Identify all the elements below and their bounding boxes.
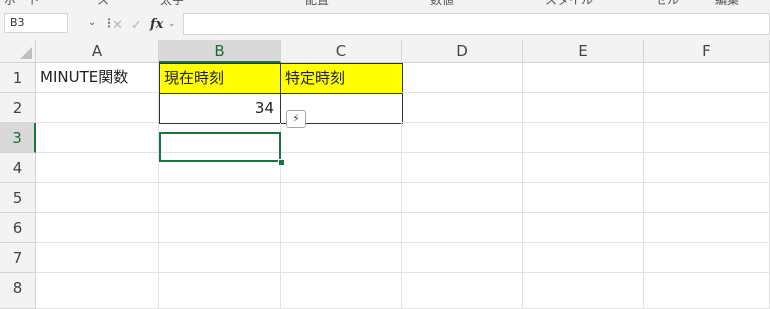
ribbon-label-font-2: 太宇 (160, 0, 185, 7)
cancel-icon[interactable]: ✕ (112, 18, 123, 33)
row-header-3[interactable]: 3 (0, 123, 36, 153)
cell-b5[interactable] (159, 183, 281, 213)
cell-f2[interactable] (644, 93, 770, 123)
chevron-down-icon[interactable]: ⌄ (88, 17, 96, 28)
chevron-down-icon[interactable]: ⌄ (168, 19, 176, 29)
fill-handle[interactable] (278, 159, 285, 166)
quick-analysis-icon[interactable]: ⚡ (286, 110, 306, 128)
row-header-4[interactable]: 4 (0, 153, 36, 183)
column-header-a[interactable]: A (36, 40, 159, 63)
cell-c5[interactable] (281, 183, 402, 213)
cell-c8[interactable] (281, 273, 402, 309)
cell-f7[interactable] (644, 243, 770, 273)
row-header-8[interactable]: 8 (0, 273, 36, 309)
cell-f1[interactable] (644, 63, 770, 93)
row-header-2[interactable]: 2 (0, 93, 36, 123)
cell-a8[interactable] (36, 273, 159, 309)
column-header-d[interactable]: D (402, 40, 523, 63)
cell-e6[interactable] (523, 213, 644, 243)
cell-b1-text: 現在時刻 (164, 69, 225, 87)
cell-c1-text: 特定時刻 (285, 69, 346, 87)
column-header-f[interactable]: F (644, 40, 770, 63)
cell-e7[interactable] (523, 243, 644, 273)
cell-f6[interactable] (644, 213, 770, 243)
row-header-1[interactable]: 1 (0, 63, 36, 93)
insert-function-icon[interactable]: fx (150, 17, 163, 32)
cell-e2[interactable] (523, 93, 644, 123)
name-box[interactable]: B3 (4, 13, 68, 33)
ribbon-label-clipboard: ボード (4, 0, 41, 7)
cell-d6[interactable] (402, 213, 523, 243)
row-header-7[interactable]: 7 (0, 243, 36, 273)
cell-d7[interactable] (402, 243, 523, 273)
cell-a6[interactable] (36, 213, 159, 243)
cell-a5[interactable] (36, 183, 159, 213)
cell-f8[interactable] (644, 273, 770, 309)
enter-check-icon[interactable]: ✓ (131, 18, 142, 33)
cell-d8[interactable] (402, 273, 523, 309)
ribbon-label-editing: 編集 (715, 0, 740, 7)
cell-c4[interactable] (281, 153, 402, 183)
cell-a1[interactable]: MINUTE関数 (36, 63, 159, 93)
cell-d4[interactable] (402, 153, 523, 183)
cell-f3[interactable] (644, 123, 770, 153)
cell-d3[interactable] (402, 123, 523, 153)
ribbon-label-styles: スタイル (545, 0, 594, 7)
cell-a7[interactable] (36, 243, 159, 273)
cell-d2[interactable] (402, 93, 523, 123)
cell-a4[interactable] (36, 153, 159, 183)
cell-f4[interactable] (644, 153, 770, 183)
name-box-value: B3 (10, 16, 25, 29)
ribbon-label-cells: セル (655, 0, 680, 7)
column-header-c[interactable]: C (281, 40, 402, 63)
ribbon-label-font: ス (97, 0, 110, 7)
row-header-5[interactable]: 5 (0, 183, 36, 213)
cell-b2-text: 34 (254, 99, 274, 117)
ribbon-label-number: 数値 (430, 0, 455, 7)
cell-b6[interactable] (159, 213, 281, 243)
cell-a1-text: MINUTE関数 (40, 68, 129, 86)
ribbon-label-alignment: 配置 (305, 0, 330, 7)
cell-e8[interactable] (523, 273, 644, 309)
formula-bar: B3 ⌄ ⋮ ✕ ✓ fx ⌄ (0, 8, 770, 40)
active-cell-selection[interactable] (159, 132, 281, 162)
select-all-button[interactable] (0, 40, 36, 63)
cell-a3[interactable] (36, 123, 159, 153)
cell-b8[interactable] (159, 273, 281, 309)
row-header-6[interactable]: 6 (0, 213, 36, 243)
worksheet-grid: A B C D E F 1 2 3 4 5 6 7 8 MINUTE関数 現在時… (0, 40, 770, 309)
cell-d1[interactable] (402, 63, 523, 93)
cell-c7[interactable] (281, 243, 402, 273)
column-header-b[interactable]: B (159, 40, 281, 63)
cell-c1[interactable]: 特定時刻 (280, 63, 403, 94)
cell-b7[interactable] (159, 243, 281, 273)
column-header-e[interactable]: E (523, 40, 644, 63)
cell-b1[interactable]: 現在時刻 (159, 63, 281, 94)
cell-e3[interactable] (523, 123, 644, 153)
cell-e4[interactable] (523, 153, 644, 183)
cell-c6[interactable] (281, 213, 402, 243)
formula-input[interactable] (183, 13, 770, 35)
cell-f5[interactable] (644, 183, 770, 213)
cell-e1[interactable] (523, 63, 644, 93)
cell-b2[interactable]: 34 (159, 93, 281, 124)
cell-e5[interactable] (523, 183, 644, 213)
cell-d5[interactable] (402, 183, 523, 213)
cell-a2[interactable] (36, 93, 159, 123)
